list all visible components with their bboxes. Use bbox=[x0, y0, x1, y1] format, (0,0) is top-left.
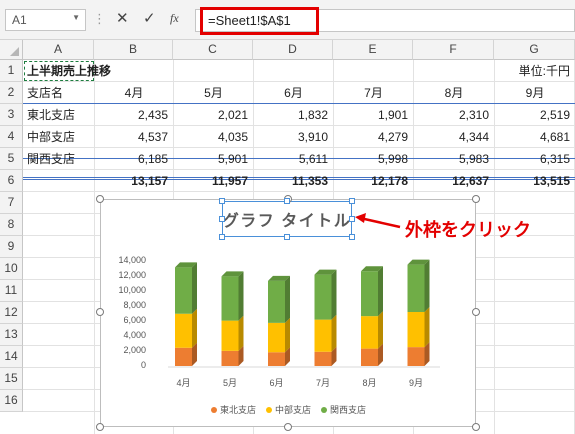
bar-segment[interactable] bbox=[361, 316, 378, 349]
y-tick-label: 4,000 bbox=[123, 330, 146, 340]
x-tick-label: 7月 bbox=[315, 378, 330, 388]
bar-segment[interactable] bbox=[221, 320, 239, 351]
legend-swatch bbox=[321, 407, 327, 413]
legend-item[interactable]: 中部支店 bbox=[266, 403, 311, 416]
x-tick-label: 9月 bbox=[408, 378, 423, 388]
legend-item[interactable]: 関西支店 bbox=[321, 403, 366, 416]
chart-resize-handle[interactable] bbox=[472, 423, 480, 431]
bar-segment[interactable] bbox=[407, 347, 425, 366]
bar-segment[interactable] bbox=[361, 348, 378, 366]
legend-label: 東北支店 bbox=[220, 405, 257, 415]
bar-segment[interactable] bbox=[221, 276, 239, 321]
x-tick-label: 5月 bbox=[222, 378, 237, 388]
y-tick-label: 14,000 bbox=[118, 255, 146, 265]
title-resize-handle[interactable] bbox=[349, 198, 355, 204]
bar-segment[interactable] bbox=[175, 347, 192, 366]
title-resize-handle[interactable] bbox=[349, 234, 355, 240]
chart-resize-handle[interactable] bbox=[472, 308, 480, 316]
bar-segment[interactable] bbox=[407, 312, 425, 348]
title-resize-handle[interactable] bbox=[284, 234, 290, 240]
title-resize-handle[interactable] bbox=[219, 216, 225, 222]
title-resize-handle[interactable] bbox=[219, 198, 225, 204]
bar-segment-side[interactable] bbox=[331, 269, 337, 320]
bar-segment[interactable] bbox=[268, 322, 285, 353]
bar-segment[interactable] bbox=[268, 352, 285, 366]
bar-segment[interactable] bbox=[314, 351, 332, 366]
title-resize-handle[interactable] bbox=[219, 234, 225, 240]
y-tick-label: 0 bbox=[140, 360, 146, 370]
bar-segment[interactable] bbox=[314, 319, 332, 352]
y-tick-label: 6,000 bbox=[123, 315, 146, 325]
bar-segment-side[interactable] bbox=[285, 275, 290, 323]
bar-segment[interactable] bbox=[175, 313, 192, 348]
callout-text: 外枠をクリック bbox=[405, 220, 531, 240]
bar-segment-side[interactable] bbox=[424, 307, 430, 348]
legend-swatch bbox=[211, 407, 217, 413]
bar-segment[interactable] bbox=[175, 267, 192, 314]
bar-segment-side[interactable] bbox=[331, 314, 337, 352]
y-tick-label: 12,000 bbox=[118, 270, 146, 280]
bar-segment-side[interactable] bbox=[192, 308, 197, 348]
legend-swatch bbox=[266, 407, 272, 413]
bar-segment[interactable] bbox=[221, 350, 239, 366]
title-resize-handle[interactable] bbox=[349, 216, 355, 222]
chart-resize-handle[interactable] bbox=[472, 195, 480, 203]
legend-label: 中部支店 bbox=[275, 405, 312, 415]
chart-resize-handle[interactable] bbox=[96, 195, 104, 203]
bar-segment-side[interactable] bbox=[285, 317, 290, 353]
callout-arrow-icon bbox=[355, 213, 401, 229]
bar-segment-side[interactable] bbox=[192, 262, 197, 314]
bar-segment-side[interactable] bbox=[238, 271, 244, 321]
y-tick-label: 2,000 bbox=[123, 345, 146, 355]
bar-segment[interactable] bbox=[314, 274, 332, 320]
bar-segment[interactable] bbox=[268, 280, 285, 323]
x-tick-label: 4月 bbox=[176, 378, 191, 388]
title-resize-handle[interactable] bbox=[284, 198, 290, 204]
chart-resize-handle[interactable] bbox=[96, 423, 104, 431]
x-tick-label: 8月 bbox=[362, 378, 377, 388]
chart-title[interactable]: グラフ タイトル bbox=[222, 207, 352, 231]
bar-segment-side[interactable] bbox=[378, 311, 383, 349]
chart-resize-handle[interactable] bbox=[96, 308, 104, 316]
bar-segment-side[interactable] bbox=[238, 315, 244, 351]
legend-item[interactable]: 東北支店 bbox=[211, 403, 256, 416]
bar-segment-side[interactable] bbox=[378, 266, 383, 317]
legend-label: 関西支店 bbox=[330, 405, 367, 415]
bar-segment[interactable] bbox=[407, 264, 425, 312]
y-tick-label: 8,000 bbox=[123, 300, 146, 310]
bar-segment[interactable] bbox=[361, 271, 378, 317]
x-tick-label: 6月 bbox=[269, 378, 284, 388]
bar-segment-side[interactable] bbox=[424, 259, 430, 312]
chart-resize-handle[interactable] bbox=[284, 423, 292, 431]
y-tick-label: 10,000 bbox=[118, 285, 146, 295]
